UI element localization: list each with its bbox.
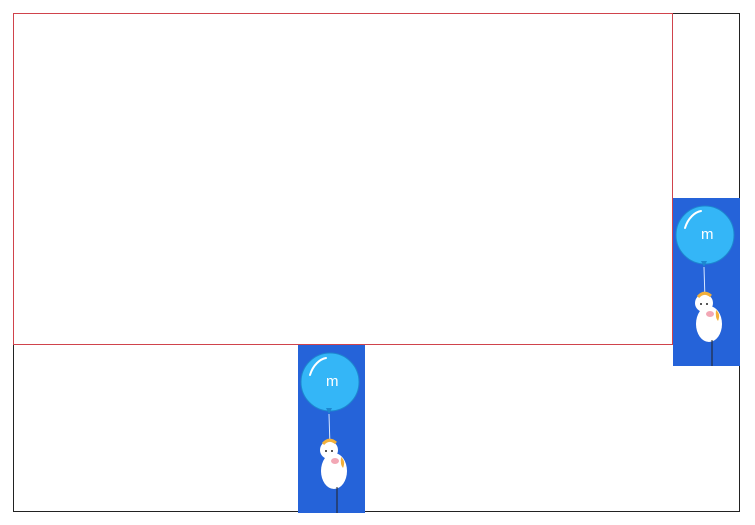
ad-illustration: m (675, 205, 735, 366)
balloon-letter: m (701, 226, 714, 243)
balloon-icon: m (300, 352, 360, 448)
balloon-icon: m (675, 205, 735, 301)
ad-tile-right[interactable]: m (673, 198, 740, 366)
balloon-letter: m (326, 373, 339, 390)
character-icon (695, 291, 722, 366)
inner-frame (13, 13, 673, 345)
ad-illustration: m (300, 352, 360, 513)
character-icon (320, 438, 347, 513)
ad-tile-bottom[interactable]: m (298, 345, 365, 513)
